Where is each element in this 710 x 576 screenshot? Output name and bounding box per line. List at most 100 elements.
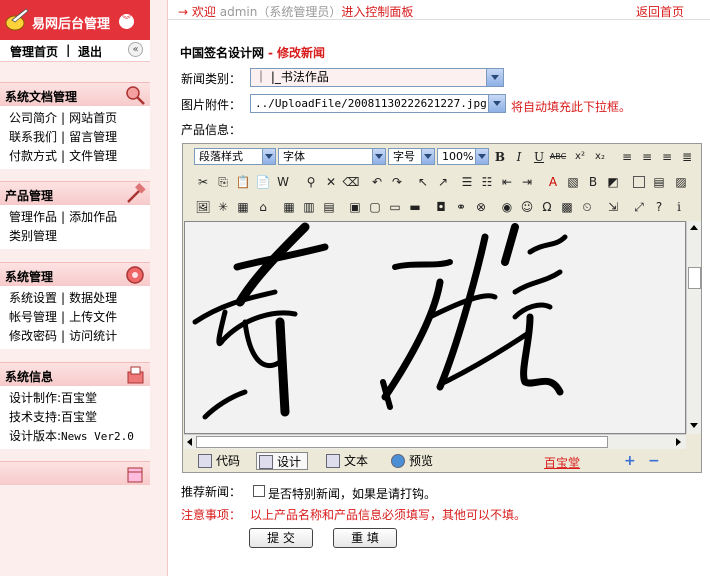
insert-button-icon[interactable]: ▬	[406, 198, 424, 216]
anchor-icon[interactable]: ◉	[498, 198, 516, 216]
vertical-scrollbar[interactable]	[686, 221, 701, 434]
absolute-position-icon[interactable]: ↗	[434, 173, 452, 191]
editor-canvas[interactable]	[184, 221, 686, 434]
chevron-down-icon[interactable]	[488, 95, 505, 112]
link-payment[interactable]: 付款方式	[9, 149, 57, 163]
paragraph-style-select[interactable]: 段落样式	[194, 148, 276, 165]
nav-logout-link[interactable]: 退出	[78, 43, 102, 60]
link-contact[interactable]: 联系我们	[9, 130, 57, 144]
align-right-icon[interactable]: ≡	[658, 148, 676, 166]
chevron-down-icon[interactable]	[421, 149, 434, 164]
scroll-down-icon[interactable]	[690, 423, 698, 428]
link-change-password[interactable]: 修改密码	[9, 329, 57, 343]
insert-media-icon[interactable]: ▦	[234, 198, 252, 216]
insert-row-icon[interactable]: ▤	[320, 198, 338, 216]
help-icon[interactable]: ?	[650, 198, 668, 216]
fullscreen-icon[interactable]: ⤢	[630, 198, 648, 216]
bulleted-list-icon[interactable]: ☷	[478, 173, 496, 191]
insert-textbox-icon[interactable]: ▢	[366, 198, 384, 216]
font-color-icon[interactable]: A	[544, 173, 562, 191]
delete-icon[interactable]: ✕	[322, 173, 340, 191]
section-docs-header[interactable]: 系统文档管理	[0, 82, 150, 106]
link-site-home[interactable]: 网站首页	[69, 111, 117, 125]
back-home-link[interactable]: 返回首页	[636, 3, 684, 20]
select-pointer-icon[interactable]: ↖	[414, 173, 432, 191]
zoom-out-button[interactable]: −	[648, 454, 660, 468]
section-system-header[interactable]: 系统管理	[0, 262, 150, 286]
breadcrumb-site[interactable]: 中国签名设计网	[180, 46, 264, 60]
link-account-manage[interactable]: 帐号管理	[9, 310, 57, 324]
superscript-button[interactable]: x²	[571, 148, 589, 166]
sticky-note-icon[interactable]: ▨	[672, 173, 690, 191]
recommend-checkbox[interactable]	[253, 485, 265, 497]
tab-code[interactable]: 代码	[196, 452, 240, 470]
insert-link-icon[interactable]: ⚭	[452, 198, 470, 216]
layer-icon[interactable]: ▤	[650, 173, 668, 191]
frame-icon[interactable]	[630, 173, 648, 191]
emoticon-icon[interactable]: ☺	[518, 198, 536, 216]
page-break-icon[interactable]: ⇲	[604, 198, 622, 216]
link-visit-stats[interactable]: 访问统计	[69, 329, 117, 343]
align-left-icon[interactable]: ≡	[618, 148, 636, 166]
link-messages[interactable]: 留言管理	[69, 130, 117, 144]
cut-icon[interactable]: ✂	[194, 173, 212, 191]
horizontal-scroll-thumb[interactable]	[196, 436, 608, 448]
link-upload-file[interactable]: 上传文件	[69, 310, 117, 324]
insert-textarea-icon[interactable]: ▭	[386, 198, 404, 216]
strikethrough-button[interactable]: ABC	[549, 148, 567, 166]
copy-icon[interactable]: ⎘	[214, 173, 232, 191]
brand-expand-icon[interactable]: ︾	[119, 14, 134, 29]
insert-flash-icon[interactable]: ✳	[214, 198, 232, 216]
link-files[interactable]: 文件管理	[69, 149, 117, 163]
remove-link-icon[interactable]: ⊗	[472, 198, 490, 216]
insert-time-icon[interactable]: ⏲	[578, 198, 596, 216]
subscript-button[interactable]: x₂	[591, 148, 609, 166]
insert-web-icon[interactable]: ◘	[432, 198, 450, 216]
format-brush-icon[interactable]: ◩	[604, 173, 622, 191]
indent-icon[interactable]: ⇥	[518, 173, 536, 191]
link-system-settings[interactable]: 系统设置	[9, 291, 57, 305]
find-icon[interactable]: ⚲	[302, 173, 320, 191]
font-face-select[interactable]: 字体	[278, 148, 386, 165]
section-products-header[interactable]: 产品管理	[0, 181, 150, 205]
redo-icon[interactable]: ↷	[388, 173, 406, 191]
link-data-processing[interactable]: 数据处理	[69, 291, 117, 305]
insert-file-icon[interactable]: ⌂	[254, 198, 272, 216]
zoom-in-button[interactable]: +	[624, 454, 636, 468]
eraser-icon[interactable]: ⌫	[342, 173, 360, 191]
collapse-sidebar-icon[interactable]: «	[128, 42, 143, 57]
baobao-link[interactable]: 百宝堂	[544, 454, 580, 471]
numbered-list-icon[interactable]: ☰	[458, 173, 476, 191]
section-info-header[interactable]: 系统信息	[0, 362, 150, 386]
outdent-icon[interactable]: ⇤	[498, 173, 516, 191]
horizontal-scrollbar[interactable]	[184, 434, 686, 449]
scroll-up-icon[interactable]	[690, 225, 698, 230]
insert-form-icon[interactable]: ▣	[346, 198, 364, 216]
chevron-down-icon[interactable]	[372, 149, 385, 164]
italic-button[interactable]: I	[510, 148, 528, 166]
font-size-select[interactable]: 字号	[388, 148, 435, 165]
paste-text-icon[interactable]: 📄	[254, 173, 272, 191]
chevron-down-icon[interactable]	[486, 69, 503, 86]
underline-button[interactable]: U	[530, 148, 548, 166]
paste-icon[interactable]: 📋	[234, 173, 252, 191]
table-properties-icon[interactable]: ▥	[300, 198, 318, 216]
attachment-select[interactable]: ../UploadFile/20081130222621227.jpg	[250, 94, 506, 113]
align-justify-icon[interactable]: ≣	[678, 148, 696, 166]
insert-table-icon[interactable]: ▦	[280, 198, 298, 216]
nav-home-link[interactable]: 管理首页	[10, 43, 58, 60]
tab-text[interactable]: 文本	[324, 452, 368, 470]
link-manage-works[interactable]: 管理作品	[9, 210, 57, 224]
scroll-left-icon[interactable]	[187, 438, 192, 446]
background-color-icon[interactable]: ▧	[564, 173, 582, 191]
scroll-right-icon[interactable]	[676, 438, 681, 446]
tab-preview[interactable]: 预览	[389, 452, 433, 470]
link-add-work[interactable]: 添加作品	[69, 210, 117, 224]
submit-button[interactable]: 提 交	[249, 528, 313, 548]
category-select[interactable]: ｜ |_书法作品	[250, 68, 504, 87]
zoom-select[interactable]: 100%	[437, 148, 489, 165]
align-center-icon[interactable]: ≡	[638, 148, 656, 166]
insert-date-icon[interactable]: ▩	[558, 198, 576, 216]
link-company-intro[interactable]: 公司简介	[9, 111, 57, 125]
tab-design[interactable]: 设计	[256, 452, 309, 470]
